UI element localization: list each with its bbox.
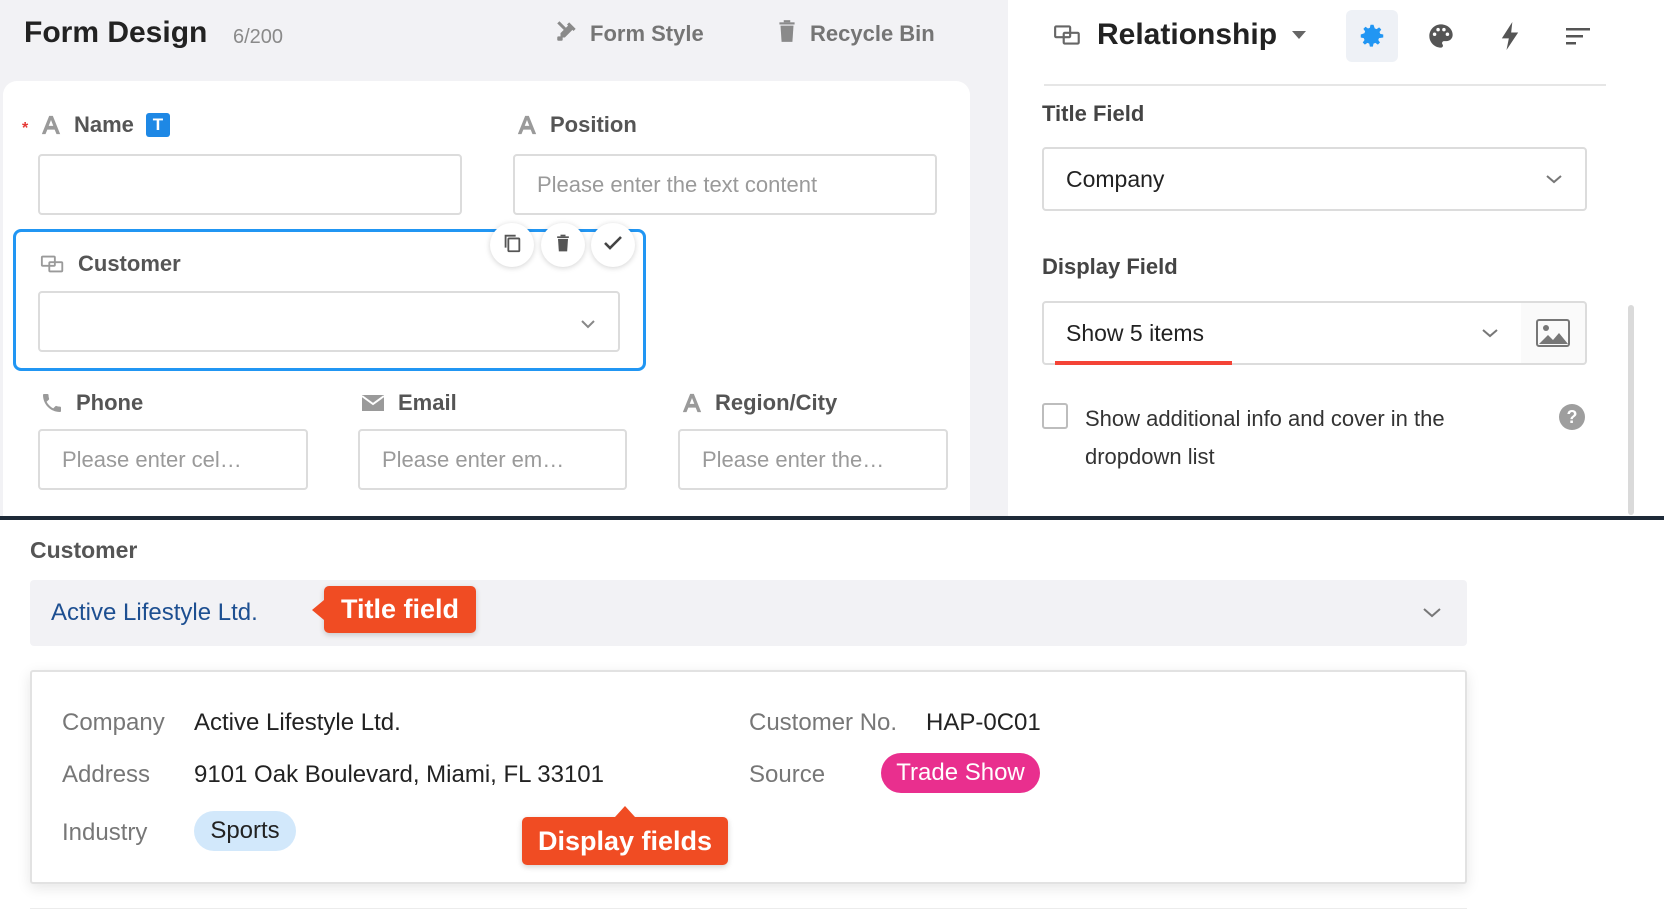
chevron-down-icon [580, 309, 596, 335]
display-field-label: Display Field [1042, 254, 1178, 279]
additional-info-label: Show additional info and cover in the dr… [1085, 406, 1445, 469]
title-field-value: Company [1066, 165, 1165, 192]
sort-icon [1564, 25, 1592, 47]
industry-tag: Sports [194, 811, 296, 851]
phone-field-label: Phone [40, 390, 143, 416]
form-style-button[interactable]: Form Style [554, 18, 704, 50]
display-field-select[interactable]: Show 5 items [1042, 301, 1523, 365]
email-placeholder: Please enter em… [382, 446, 565, 472]
display-field-value: Show 5 items [1066, 319, 1205, 346]
cover-image-button[interactable] [1521, 301, 1587, 365]
position-placeholder: Please enter the text content [537, 171, 818, 197]
name-input[interactable] [38, 154, 462, 215]
field-type-label: Relationship [1097, 18, 1278, 51]
address-value: 9101 Oak Boulevard, Miami, FL 33101 [194, 761, 605, 788]
address-key: Address [62, 761, 151, 788]
gear-icon [1357, 21, 1387, 51]
envelope-icon [360, 393, 386, 413]
relationship-icon [1053, 24, 1083, 46]
phone-label-text: Phone [76, 390, 144, 415]
settings-divider [1044, 84, 1606, 86]
lightning-icon [1499, 22, 1521, 50]
email-input[interactable]: Please enter em… [358, 429, 627, 490]
source-tag: Trade Show [881, 753, 1040, 793]
email-label-text: Email [398, 390, 457, 415]
region-input[interactable]: Please enter the… [678, 429, 948, 490]
phone-icon [40, 391, 64, 415]
tab-style[interactable] [1415, 10, 1467, 62]
field-type-dropdown[interactable]: Relationship [1053, 18, 1307, 52]
trash-icon [553, 233, 573, 258]
text-type-icon [681, 392, 703, 414]
field-count: 6/200 [233, 26, 284, 48]
phone-placeholder: Please enter cel… [62, 446, 242, 472]
company-value: Active Lifestyle Ltd. [194, 709, 401, 736]
preview-bottom-border [30, 908, 1467, 909]
check-icon [601, 231, 625, 260]
tab-sort[interactable] [1552, 10, 1604, 62]
region-label-text: Region/City [715, 390, 838, 415]
customer-select[interactable] [38, 291, 620, 352]
title-field-label: Title Field [1042, 101, 1145, 126]
chevron-down-icon[interactable] [1422, 607, 1442, 619]
palette-icon [1427, 22, 1455, 50]
region-field-label: Region/City [681, 390, 837, 416]
settings-scrollbar[interactable] [1628, 305, 1634, 515]
tab-automation[interactable] [1484, 10, 1536, 62]
help-icon[interactable]: ? [1559, 404, 1585, 430]
text-type-icon [40, 114, 62, 136]
caret-down-icon [1291, 30, 1307, 40]
preview-customer-label: Customer [30, 537, 138, 563]
customer-label-text: Customer [78, 251, 181, 276]
industry-key: Industry [62, 819, 148, 846]
name-field-label: Name T [40, 112, 170, 138]
image-icon [1536, 319, 1570, 347]
title-field-callout: Title field [312, 586, 476, 633]
form-style-label: Form Style [590, 21, 704, 46]
required-marker: * [22, 120, 29, 137]
display-fields-callout: Display fields [522, 806, 728, 865]
customer-field-label: Customer [40, 251, 181, 277]
copy-icon [501, 232, 523, 259]
region-placeholder: Please enter the… [702, 446, 885, 472]
relationship-icon [40, 254, 66, 274]
customer-no-key: Customer No. [749, 709, 898, 736]
chevron-down-icon [1545, 174, 1563, 184]
company-key: Company [62, 709, 165, 736]
source-key: Source [749, 761, 826, 788]
name-label-text: Name [74, 112, 134, 137]
customer-no-value: HAP-0C01 [926, 709, 1041, 736]
tab-settings[interactable] [1346, 10, 1398, 62]
section-separator [0, 516, 1664, 520]
highlight-underline [1055, 361, 1232, 365]
copy-field-button[interactable] [490, 223, 534, 267]
title-badge: T [145, 113, 170, 137]
recycle-bin-label: Recycle Bin [810, 21, 935, 46]
page-title: Form Design [24, 16, 208, 49]
position-field-label: Position [516, 112, 637, 138]
text-type-icon [516, 114, 538, 136]
title-field-select[interactable]: Company [1042, 147, 1587, 211]
preview-selected-value: Active Lifestyle Ltd. [51, 599, 258, 626]
email-field-label: Email [360, 390, 457, 416]
position-label-text: Position [550, 112, 637, 137]
delete-field-button[interactable] [541, 223, 585, 267]
position-input[interactable]: Please enter the text content [513, 154, 937, 215]
tools-icon [554, 18, 580, 50]
confirm-field-button[interactable] [591, 223, 635, 267]
phone-input[interactable]: Please enter cel… [38, 429, 308, 490]
chevron-down-icon [1481, 328, 1499, 338]
recycle-bin-button[interactable]: Recycle Bin [774, 18, 935, 50]
trash-icon [774, 18, 800, 50]
additional-info-checkbox[interactable] [1042, 403, 1068, 429]
